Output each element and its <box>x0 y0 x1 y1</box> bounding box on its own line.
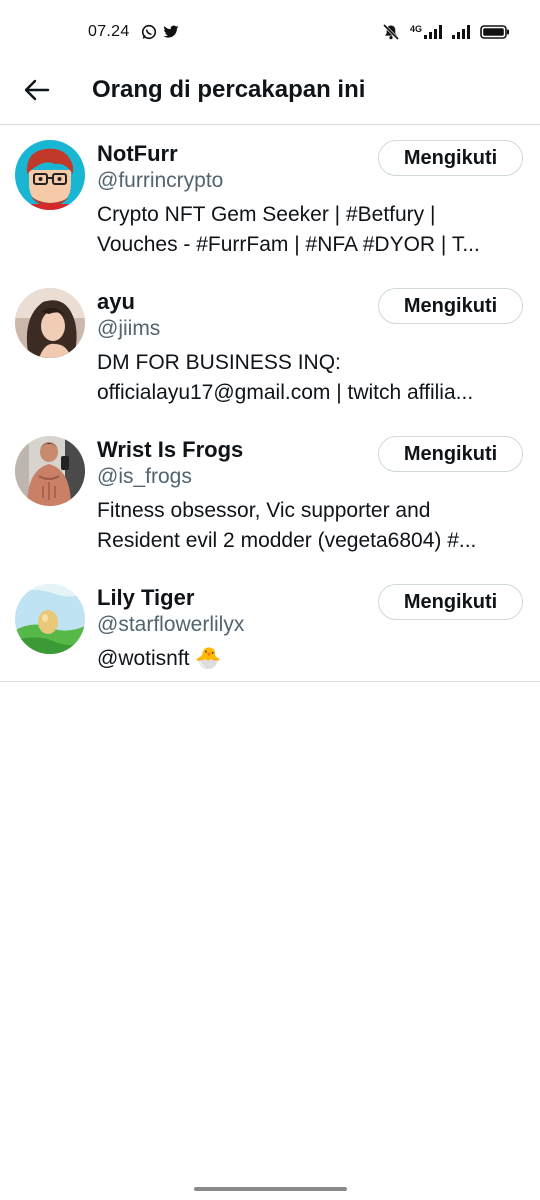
status-right-icons: 4G <box>382 23 510 46</box>
avatar[interactable] <box>15 140 85 210</box>
user-row[interactable]: NotFurr @furrincrypto Crypto NFT Gem See… <box>0 125 540 273</box>
bio-line: DM FOR BUSINESS INQ: <box>97 351 341 374</box>
user-handle: @jiims <box>97 317 161 340</box>
twitter-icon <box>163 25 179 44</box>
page-title: Orang di percakapan ini <box>92 76 366 103</box>
user-bio: @wotisnft 🐣 <box>97 644 524 674</box>
user-name[interactable]: Lily Tiger <box>97 585 194 611</box>
user-list: NotFurr @furrincrypto Crypto NFT Gem See… <box>0 125 540 682</box>
user-bio: DM FOR BUSINESS INQ: officialayu17@gmail… <box>97 348 524 408</box>
back-button[interactable] <box>20 75 54 109</box>
status-bar: 07.24 4G <box>0 0 540 66</box>
bio-line: Fitness obsessor, Vic supporter and <box>97 499 431 522</box>
avatar[interactable] <box>15 288 85 358</box>
battery-icon <box>480 25 510 44</box>
user-row[interactable]: ayu @jiims DM FOR BUSINESS INQ: official… <box>0 273 540 421</box>
user-handle: @starflowerlilyx <box>97 613 245 636</box>
arrow-left-icon <box>24 79 50 106</box>
user-row[interactable]: Lily Tiger @starflowerlilyx @wotisnft 🐣 … <box>0 569 540 681</box>
mute-bell-icon <box>382 23 400 46</box>
user-bio: Crypto NFT Gem Seeker | #Betfury | Vouch… <box>97 200 524 260</box>
bio-line: Resident evil 2 modder (vegeta6804) #... <box>97 529 477 552</box>
bio-line: @wotisnft 🐣 <box>97 647 222 670</box>
following-button[interactable]: Mengikuti <box>378 584 523 620</box>
user-name[interactable]: ayu <box>97 289 135 315</box>
user-handle: @furrincrypto <box>97 169 224 192</box>
whatsapp-icon <box>141 24 157 45</box>
user-name[interactable]: NotFurr <box>97 141 178 167</box>
avatar[interactable] <box>15 436 85 506</box>
avatar[interactable] <box>15 584 85 654</box>
home-indicator[interactable] <box>194 1187 347 1191</box>
following-button[interactable]: Mengikuti <box>378 288 523 324</box>
signal-icon <box>424 25 442 44</box>
bio-line: Crypto NFT Gem Seeker | #Betfury | <box>97 203 436 226</box>
following-button[interactable]: Mengikuti <box>378 140 523 176</box>
user-name[interactable]: Wrist Is Frogs <box>97 437 243 463</box>
bio-line: Vouches - #FurrFam | #NFA #DYOR | T... <box>97 233 480 256</box>
signal-icon <box>452 25 470 44</box>
following-button[interactable]: Mengikuti <box>378 436 523 472</box>
header: Orang di percakapan ini <box>0 66 540 125</box>
user-row[interactable]: Wrist Is Frogs @is_frogs Fitness obsesso… <box>0 421 540 569</box>
bio-line: officialayu17@gmail.com | twitch affilia… <box>97 381 474 404</box>
status-left-icons <box>141 24 179 45</box>
user-bio: Fitness obsessor, Vic supporter and Resi… <box>97 496 524 556</box>
user-handle: @is_frogs <box>97 465 192 488</box>
status-time: 07.24 <box>88 23 130 40</box>
network-type-label: 4G <box>409 23 422 34</box>
